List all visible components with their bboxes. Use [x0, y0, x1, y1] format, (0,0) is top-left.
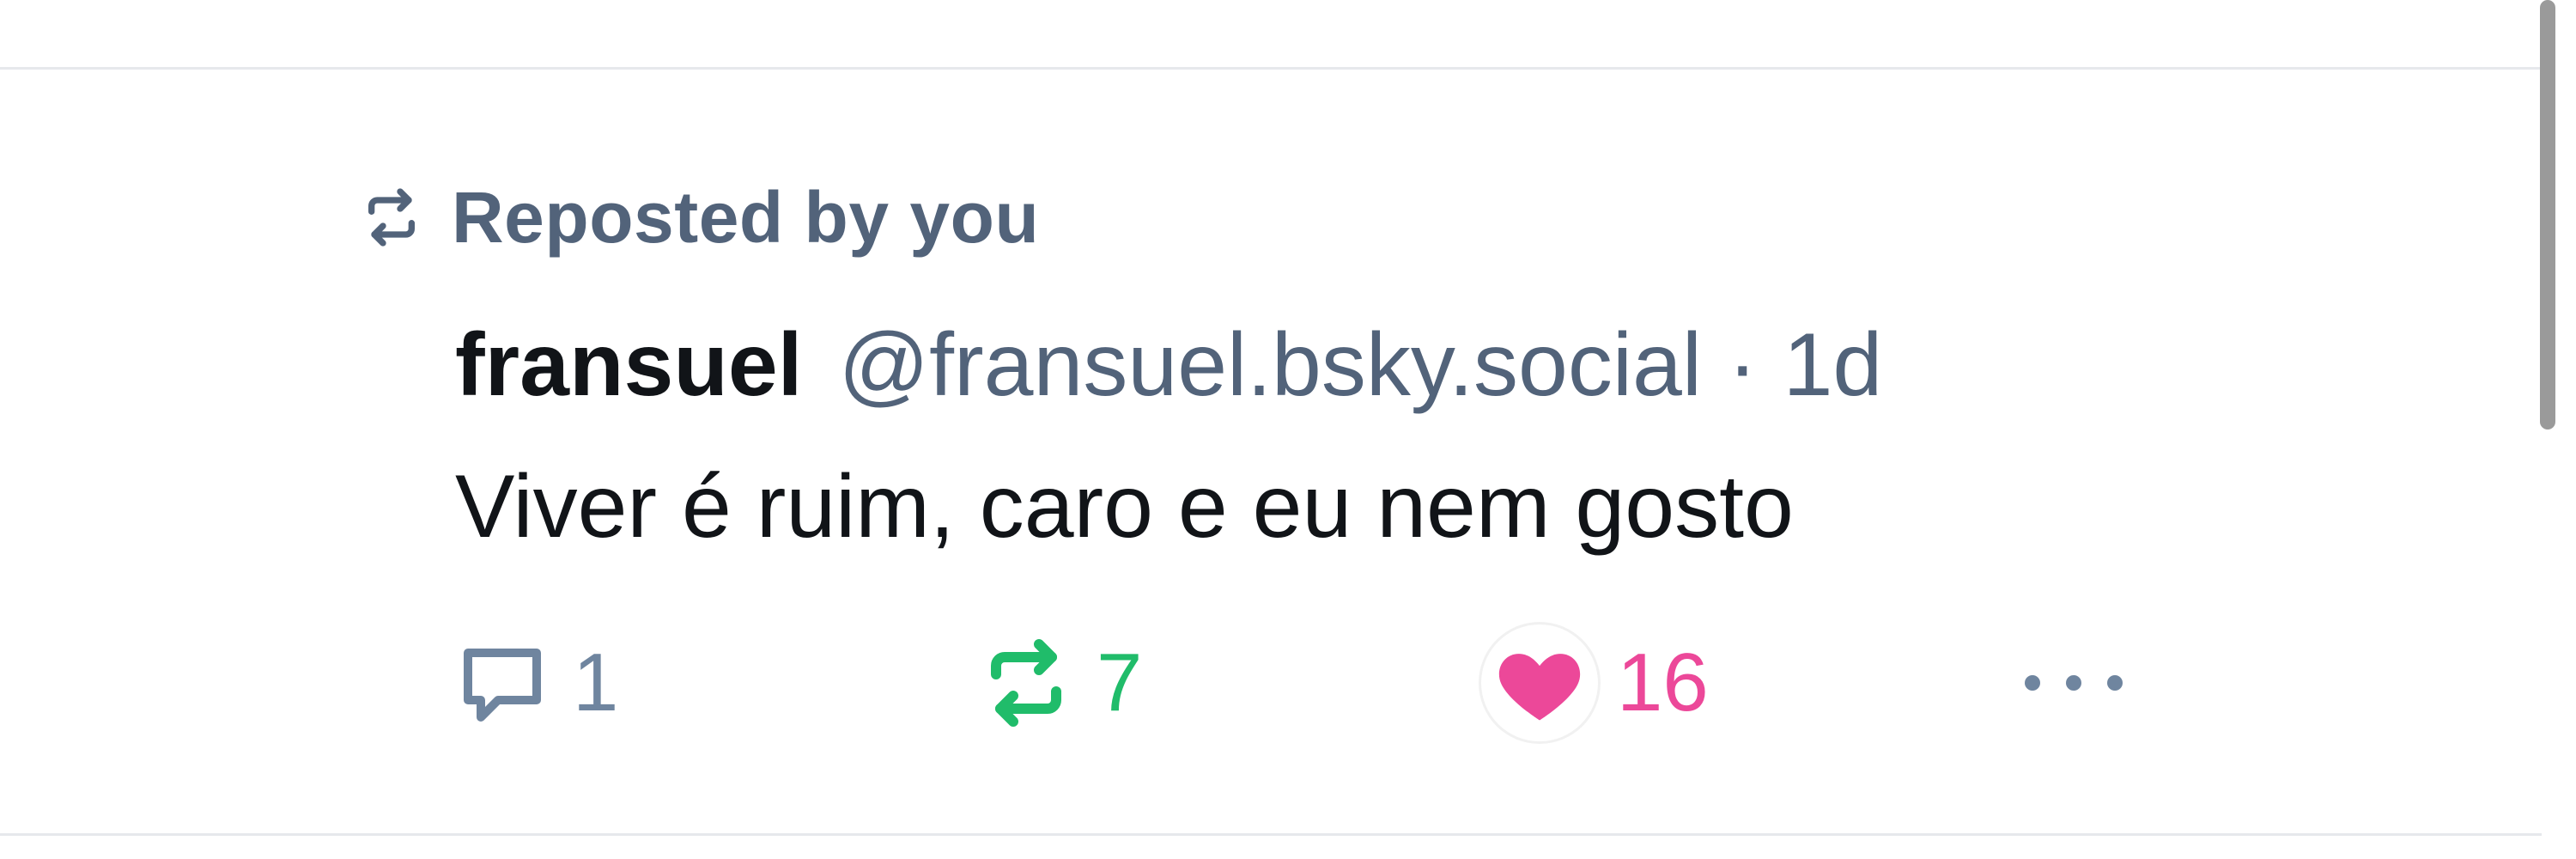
top-divider [0, 67, 2542, 70]
separator: · [1727, 314, 1758, 415]
heart-icon [1481, 624, 1598, 741]
post-timestamp[interactable]: 1d [1783, 314, 1883, 417]
repost-context[interactable]: Reposted by you [357, 176, 1039, 259]
author-name[interactable]: fransuel [455, 314, 803, 417]
repost-icon [357, 183, 426, 252]
post-feed-item: Reposted by you fransuel @fransuel.bsky.… [0, 0, 2576, 859]
reply-button[interactable]: 1 [451, 627, 618, 739]
author-handle[interactable]: @fransuel.bsky.social [839, 314, 1702, 417]
post-header: fransuel @fransuel.bsky.social · 1d [455, 314, 1882, 417]
post-text[interactable]: Viver é ruim, caro e eu nem gosto [455, 455, 1794, 558]
like-count: 16 [1617, 637, 1709, 728]
post-actions: 1 7 16 [451, 624, 2211, 741]
scrollbar[interactable] [2540, 0, 2555, 430]
more-icon [2014, 666, 2134, 700]
repost-count: 7 [1097, 637, 1143, 728]
repost-context-label: Reposted by you [452, 176, 1040, 258]
more-options-button[interactable] [2014, 627, 2134, 739]
comment-icon [451, 631, 554, 734]
repost-icon [975, 631, 1078, 734]
bottom-divider [0, 833, 2542, 836]
reply-count: 1 [573, 637, 619, 728]
like-button[interactable]: 16 [1481, 624, 1709, 741]
repost-button[interactable]: 7 [975, 627, 1142, 739]
